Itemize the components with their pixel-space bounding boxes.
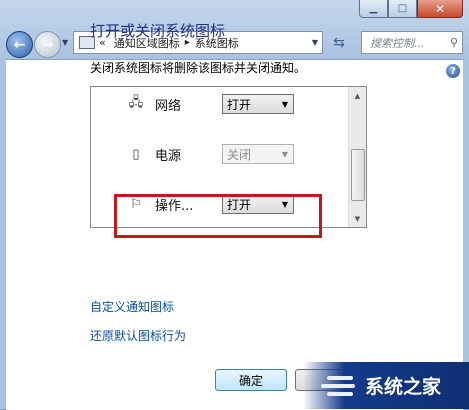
power-behavior-select: 关闭 ▼ <box>222 144 294 164</box>
minimize-icon: ▁ <box>369 3 378 14</box>
control-panel-window: ▁ □ ✕ ← → ▼ « 通知区域图标 ▸ 系统图标 ▼ ⇆ 搜索控制... … <box>0 0 469 410</box>
vertical-scrollbar[interactable]: ▲ ▼ <box>348 87 366 227</box>
close-button[interactable]: ✕ <box>417 0 463 18</box>
list-item: 🖧 网络 打开 ▼ <box>91 91 349 117</box>
watermark: 系统之家 <box>303 362 469 409</box>
search-icon[interactable]: ⚲ <box>450 36 458 49</box>
highlight-box <box>114 194 322 238</box>
network-behavior-select[interactable]: 打开 ▼ <box>222 94 294 114</box>
search-box[interactable]: 搜索控制... ⚲ <box>361 31 463 54</box>
select-value: 打开 <box>227 97 252 112</box>
refresh-icon: ⇆ <box>333 34 345 51</box>
page-description: 关闭系统图标将删除该图标并关闭通知。 <box>90 61 307 75</box>
select-value: 关闭 <box>227 147 252 162</box>
list-item-name: 电源 <box>155 148 182 164</box>
chevron-down-icon: ▼ <box>281 99 288 109</box>
scroll-thumb[interactable] <box>351 149 365 201</box>
page-title: 打开或关闭系统图标 <box>90 22 226 40</box>
list-item-name: 网络 <box>155 98 182 114</box>
restore-default-icon-behaviors-link[interactable]: 还原默认图标行为 <box>90 327 186 344</box>
caption-buttons: ▁ □ ✕ <box>359 0 463 18</box>
refresh-button[interactable]: ⇆ <box>327 31 351 54</box>
search-placeholder: 搜索控制... <box>370 36 425 50</box>
forward-button[interactable]: → <box>34 31 61 58</box>
chevron-down-icon: ▼ <box>281 149 288 159</box>
maximize-button[interactable]: □ <box>388 0 417 18</box>
watermark-logo-icon <box>321 371 359 401</box>
minimize-button[interactable]: ▁ <box>359 0 388 18</box>
scroll-down-icon[interactable]: ▼ <box>349 210 366 227</box>
scroll-up-icon[interactable]: ▲ <box>349 87 366 104</box>
back-button[interactable]: ← <box>6 31 33 58</box>
close-icon: ✕ <box>434 1 446 16</box>
maximize-icon: □ <box>397 3 408 14</box>
network-icon: 🖧 <box>128 95 144 110</box>
recent-pages-dropdown[interactable]: ▼ <box>62 38 68 47</box>
power-icon: ▯ <box>132 146 140 162</box>
watermark-text: 系统之家 <box>365 376 442 398</box>
forward-arrow-icon: → <box>41 36 54 53</box>
customize-notification-icons-link[interactable]: 自定义通知图标 <box>90 298 174 315</box>
address-dropdown-icon[interactable]: ▼ <box>312 38 318 47</box>
help-icon[interactable]: ? <box>446 64 460 78</box>
list-item: ▯ 电源 关闭 ▼ <box>91 141 349 167</box>
back-arrow-icon: ← <box>13 36 26 53</box>
ok-button[interactable]: 确定 <box>215 369 287 391</box>
